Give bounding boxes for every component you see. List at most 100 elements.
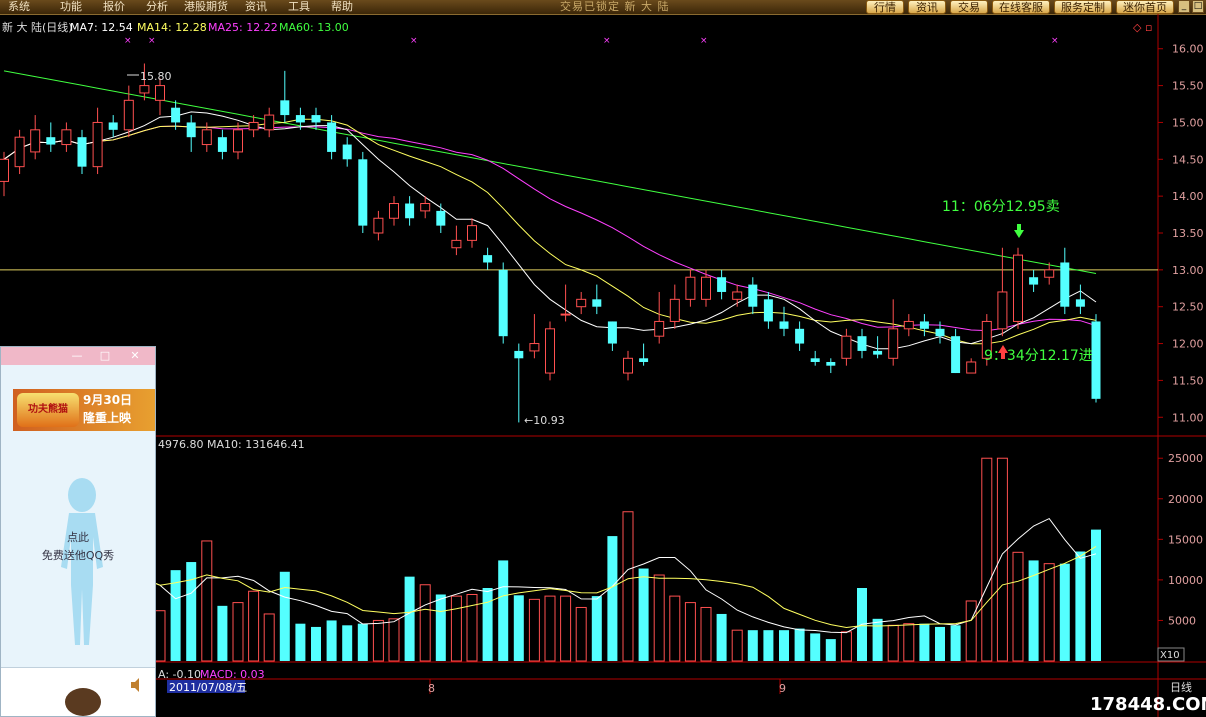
qq-popup-window[interactable]: — □ ✕ 功夫熊猫 9月30日 隆重上映 点此 免费送他QQ秀 [0, 346, 156, 717]
volume-bar [919, 623, 930, 661]
marker-x: × [700, 36, 708, 46]
price-tick-label: 13.00 [1172, 264, 1204, 277]
candle [685, 269, 696, 307]
macd-value: MACD: 0.03 [200, 668, 265, 681]
volume-bar [450, 595, 462, 662]
price-tick-label: 12.50 [1172, 301, 1204, 314]
ma14-legend: MA14: 12.28 [137, 21, 207, 34]
volume-tick-label: 20000 [1168, 493, 1203, 506]
volume-bar [372, 619, 384, 662]
qq-click-text[interactable]: 点此 [1, 529, 155, 545]
candle [607, 321, 617, 351]
menu-quote[interactable]: 报价 [103, 0, 125, 14]
minimize-icon[interactable]: _ [1178, 0, 1190, 13]
volume-bar [201, 540, 213, 662]
menu-system[interactable]: 系统 [8, 0, 30, 14]
toolbar-online-service-button[interactable]: 在线客服 [992, 0, 1050, 14]
candle [873, 336, 883, 359]
toolbar-news-button[interactable]: 资讯 [908, 0, 946, 14]
candle [545, 321, 555, 381]
chart-option-icons[interactable]: ◇ ▫ [1133, 21, 1152, 34]
toolbar-custom-service-button[interactable]: 服务定制 [1054, 0, 1112, 14]
high-price-label: 15.80 [140, 70, 172, 83]
candle [919, 314, 929, 337]
menu-hk-futures[interactable]: 港股期货 [184, 0, 228, 14]
marker-x: × [1051, 36, 1059, 46]
candle [592, 284, 602, 315]
volume-bar [1043, 563, 1055, 662]
stock-chart[interactable]: 新 大 陆(日线) MA7: 12.54 MA14: 12.28 MA25: 1… [0, 14, 1206, 717]
qq-popup-titlebar[interactable]: — □ ✕ [1, 347, 155, 365]
volume-bar [716, 613, 727, 661]
candle [248, 115, 259, 138]
volume-bar [653, 574, 665, 662]
volume-bar [170, 570, 181, 661]
marker-x: × [410, 36, 418, 46]
candle [92, 107, 103, 175]
close-icon[interactable]: ✕ [127, 349, 143, 362]
volume-bar [981, 457, 993, 662]
date-cursor-label: 2011/07/08/五 [169, 681, 247, 694]
volume-bar [622, 511, 634, 662]
volume-bar [965, 600, 977, 662]
candle [903, 314, 914, 337]
toolbar-quote-button[interactable]: 行情 [866, 0, 904, 14]
volume-bar [279, 571, 290, 661]
period-label[interactable]: 日线 [1170, 680, 1192, 694]
candle [389, 196, 399, 226]
candle [14, 129, 25, 175]
candle [0, 151, 9, 197]
ma7-legend: MA7: 12.54 [70, 21, 133, 34]
toolbar-trade-button[interactable]: 交易 [950, 0, 988, 14]
volume-bar [560, 595, 572, 662]
candle [108, 115, 118, 138]
candle [358, 151, 368, 233]
volume-bar [591, 596, 602, 661]
marker-x: × [148, 36, 156, 46]
volume-tick-label: 5000 [1168, 614, 1196, 627]
candle [732, 284, 743, 307]
candle [717, 269, 727, 300]
volume-bar [747, 630, 758, 661]
menu-analysis[interactable]: 分析 [146, 0, 168, 14]
maximize-icon[interactable]: □ [97, 349, 113, 362]
volume-tick-label: 15000 [1168, 533, 1203, 546]
volume-bar [419, 584, 431, 662]
signal-markers: × × × × × × [124, 36, 1059, 46]
volume-bar [763, 630, 774, 661]
price-tick-label: 14.50 [1172, 153, 1204, 166]
volume-bar [638, 568, 649, 661]
price-tick-label: 11.00 [1172, 411, 1204, 424]
candle [795, 321, 805, 351]
menu-help[interactable]: 帮助 [331, 0, 353, 14]
toolbar-mini-home-button[interactable]: 迷你首页 [1116, 0, 1174, 14]
qq-footer-icons [65, 678, 139, 716]
candle [155, 78, 165, 116]
date-axis-month-9: 9 [779, 682, 786, 695]
candle [264, 107, 275, 138]
menu-function[interactable]: 功能 [60, 0, 82, 14]
volume-bar [950, 625, 961, 661]
volume-bar [575, 606, 587, 662]
qq-movie-ad[interactable]: 功夫熊猫 9月30日 隆重上映 [13, 389, 155, 431]
maximize-icon[interactable]: □ [1192, 0, 1204, 13]
minimize-icon[interactable]: — [69, 349, 85, 362]
marker-x: × [603, 36, 611, 46]
ma25-line [3, 125, 1097, 332]
menu-tools[interactable]: 工具 [288, 0, 310, 14]
candle [997, 247, 1008, 337]
volume-bar [794, 628, 805, 661]
volume-bar [404, 576, 415, 661]
volume-tick-label: 10000 [1168, 574, 1203, 587]
menu-news[interactable]: 资讯 [245, 0, 267, 14]
qq-free-show-text[interactable]: 免费送他QQ秀 [1, 547, 155, 563]
price-tick-label: 15.50 [1172, 80, 1204, 93]
volume-bar [217, 605, 228, 661]
candle [623, 350, 633, 381]
sell-arrow-icon [1014, 224, 1024, 238]
volume-bar [435, 594, 446, 661]
volume-bar [669, 595, 681, 662]
candle [436, 203, 446, 233]
volume-bar [357, 623, 368, 661]
candle [763, 291, 773, 329]
